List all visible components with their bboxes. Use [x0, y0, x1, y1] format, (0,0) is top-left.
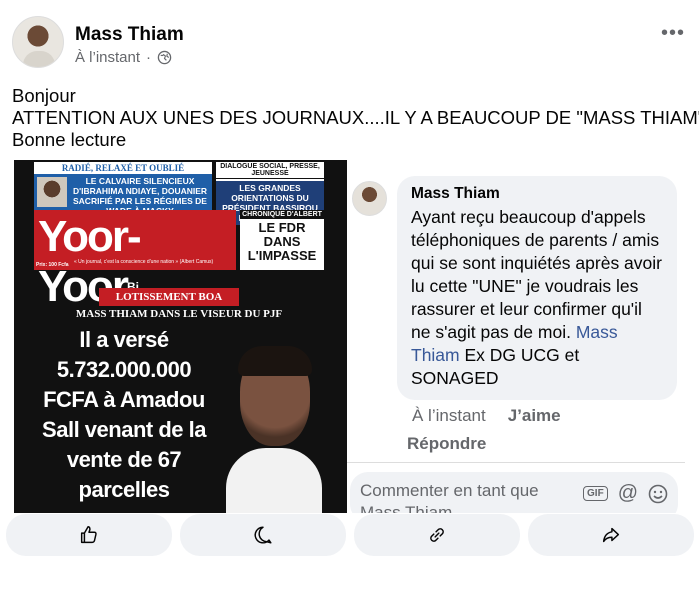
comment-text: Ayant reçu beaucoup d'appels téléphoniqu…	[411, 207, 662, 342]
post-time[interactable]: À l’instant	[75, 49, 140, 66]
headline-portrait	[226, 346, 322, 513]
chronicle-head: CHRONIQUE D'ALBERT	[240, 210, 324, 219]
emoji-icon	[648, 484, 668, 503]
portrait-shirt	[226, 448, 322, 513]
headline-subhead: MASS THIAM DANS LE VISEUR DU PJF	[75, 308, 283, 320]
post-image[interactable]: RADIÉ, RELAXÉ ET OUBLIÉ LE CALVAIRE SILE…	[0, 160, 699, 513]
post-line-closing: Bonne lecture	[12, 129, 127, 150]
meta-separator: ·	[146, 49, 152, 66]
headline-kicker: LOTISSEMENT BOA	[99, 288, 239, 306]
comment-input-icons: GIF @	[583, 482, 668, 505]
author-avatar[interactable]	[12, 16, 64, 68]
comment-input-placeholder: Commenter en tant que Mass Thiam	[360, 481, 539, 513]
teaser-box-left: RADIÉ, RELAXÉ ET OUBLIÉ LE CALVAIRE SILE…	[34, 162, 212, 216]
comment-body: Ayant reçu beaucoup d'appels téléphoniqu…	[411, 206, 663, 390]
comment-screenshot: Mass Thiam Ayant reçu beaucoup d'appels …	[347, 160, 685, 513]
like-button[interactable]	[6, 514, 172, 556]
globe-icon[interactable]	[157, 50, 172, 65]
comment-like: J’aime	[507, 406, 561, 425]
comment-input-box: Commenter en tant que Mass Thiam GIF @	[350, 472, 678, 513]
portrait-hair	[238, 346, 312, 376]
post-meta: À l’instant ·	[75, 49, 172, 66]
newspaper-front-page: RADIÉ, RELAXÉ ET OUBLIÉ LE CALVAIRE SILE…	[14, 160, 348, 513]
copy-link-button[interactable]	[354, 514, 520, 556]
post-line-warning: ATTENTION AUX UNES DES JOURNAUX....IL Y …	[12, 107, 699, 128]
mention-at-icon: @	[617, 482, 638, 504]
comment-bubble-icon	[254, 526, 272, 544]
comment-avatar	[352, 181, 387, 216]
newspaper-masthead: Yoor-YoorBi Prix: 100 Fcfa « Un journal,…	[34, 210, 236, 311]
comment-bubble: Mass Thiam Ayant reçu beaucoup d'appels …	[397, 176, 677, 400]
chronicle-box: CHRONIQUE D'ALBERT LE FDR DANS L'IMPASSE	[240, 210, 324, 270]
comment-divider	[347, 462, 685, 463]
more-options-icon[interactable]: •••	[661, 22, 685, 45]
teaser-box-right: DIALOGUE SOCIAL, PRESSE, JEUNESSE LES GR…	[216, 162, 324, 225]
share-button[interactable]	[528, 514, 694, 556]
comment-actions: À l’instant J’aime	[412, 406, 561, 426]
post-action-bar	[0, 514, 699, 558]
link-icon	[430, 528, 444, 542]
main-headline: Il a versé 5.732.000.000 FCFA à Amadou S…	[42, 327, 206, 502]
thumbs-up-icon	[80, 526, 97, 544]
gif-icon: GIF	[583, 486, 608, 501]
teaser-right-head: DIALOGUE SOCIAL, PRESSE, JEUNESSE	[216, 162, 324, 179]
newspaper-price: Prix: 100 Fcfa	[36, 262, 69, 268]
author-name[interactable]: Mass Thiam	[75, 24, 184, 46]
newspaper-top-teasers: RADIÉ, RELAXÉ ET OUBLIÉ LE CALVAIRE SILE…	[34, 162, 324, 225]
comment-author: Mass Thiam	[411, 185, 500, 202]
teaser-left-head: RADIÉ, RELAXÉ ET OUBLIÉ	[34, 162, 212, 174]
chronicle-text: LE FDR DANS L'IMPASSE	[247, 220, 317, 263]
teaser-left-photo	[37, 177, 67, 207]
comment-reply: Répondre	[407, 434, 487, 453]
post-text: Bonjour ATTENTION AUX UNES DES JOURNAUX.…	[12, 85, 699, 151]
comment-time: À l’instant	[412, 406, 486, 425]
post-header: Mass Thiam À l’instant · •••	[0, 0, 699, 80]
post-line-greeting: Bonjour	[12, 85, 76, 106]
comment-button[interactable]	[180, 514, 346, 556]
share-arrow-icon	[602, 527, 620, 543]
newspaper-tagline: « Un journal, c'est la conscience d'une …	[74, 259, 214, 265]
